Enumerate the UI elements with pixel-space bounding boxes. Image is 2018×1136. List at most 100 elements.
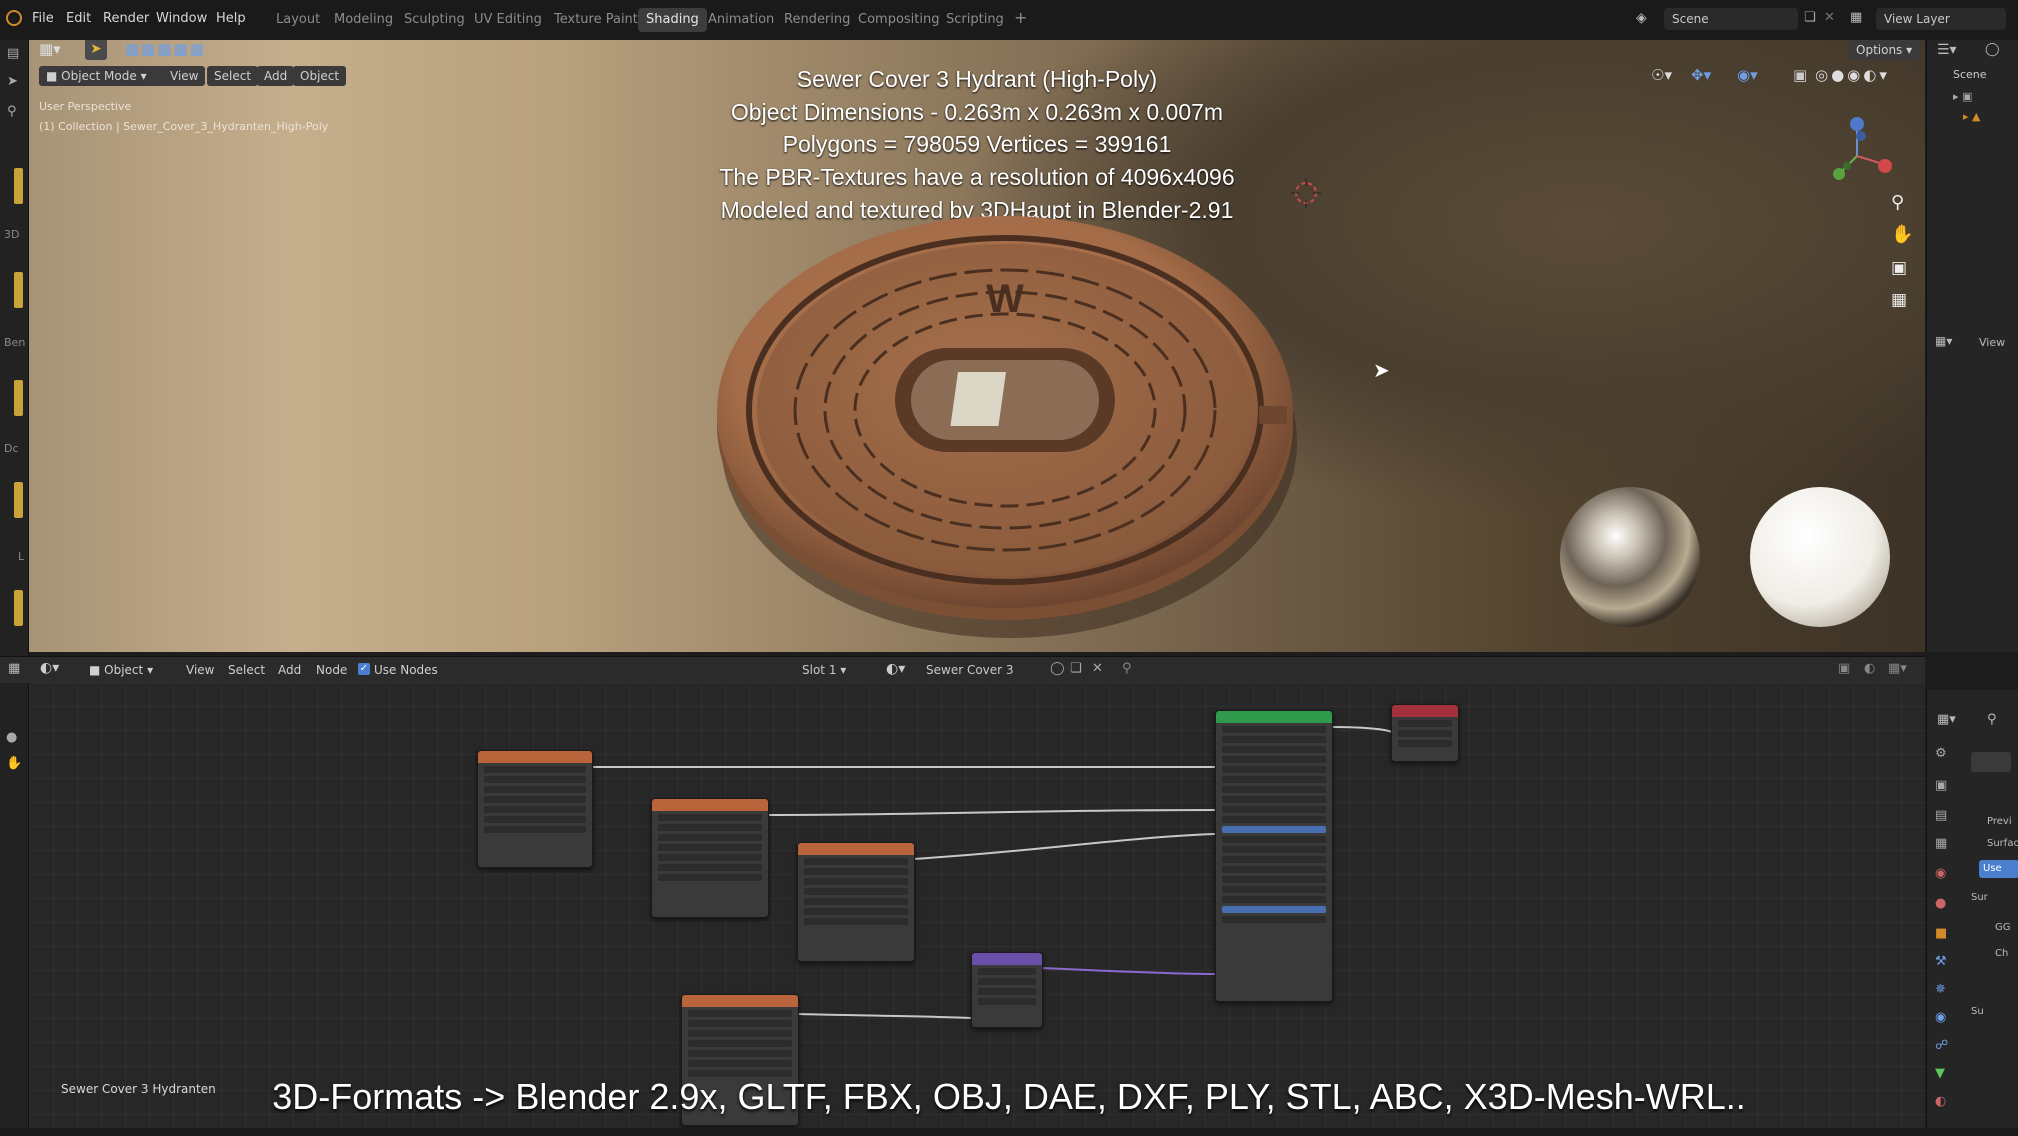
use-nodes-checkbox[interactable]: ✓ xyxy=(358,663,370,675)
outliner-editor-icon[interactable]: ☰▾ xyxy=(1937,42,1957,58)
pin-icon[interactable]: ⚲ xyxy=(1122,661,1132,676)
node-header xyxy=(682,995,798,1007)
tab-scripting[interactable]: Scripting xyxy=(938,8,1012,32)
tab-uv-editing[interactable]: UV Editing xyxy=(466,8,550,32)
folder-icon[interactable]: ▤ xyxy=(7,46,19,61)
outliner-scene-label: Scene xyxy=(1953,68,1987,81)
particles-tab-icon[interactable]: ✵ xyxy=(1935,982,1946,997)
3d-viewport[interactable]: ▦▾ ➤ ▩▩▩▩▩ ■ Object Mode ▾ View Select A… xyxy=(29,40,1925,652)
modifier-tab-icon[interactable]: ⚒ xyxy=(1935,954,1947,969)
tool-slot-3[interactable] xyxy=(14,380,23,416)
tab-sculpting[interactable]: Sculpting xyxy=(396,8,473,32)
scene-tab-icon[interactable]: ◉ xyxy=(1935,866,1946,881)
sewer-cover-model[interactable]: W xyxy=(699,180,1319,640)
normal-map-node[interactable] xyxy=(971,952,1043,1028)
output-tab-icon[interactable]: ▤ xyxy=(1935,808,1947,823)
object-tab-icon[interactable]: ■ xyxy=(1935,926,1947,941)
formats-caption: 3D-Formats -> Blender 2.9x, GLTF, FBX, O… xyxy=(272,1076,1746,1117)
select-tool-icon[interactable]: ➤ xyxy=(85,40,107,60)
node-menu-select[interactable]: Select xyxy=(228,663,265,677)
node-options-icon[interactable]: ▦▾ xyxy=(1888,661,1907,676)
unlink-icon[interactable]: ✕ xyxy=(1092,661,1103,676)
material-output-node[interactable] xyxy=(1391,704,1459,762)
use-nodes-button[interactable]: Use xyxy=(1979,860,2018,878)
dot-icon[interactable]: ● xyxy=(6,730,17,745)
properties-editor-icon[interactable]: ▦▾ xyxy=(1937,712,1956,727)
node-editor-type-icon[interactable]: ▦ xyxy=(8,661,20,676)
chevron-down-icon: ▾ xyxy=(836,663,847,677)
search-icon[interactable]: ⚲ xyxy=(7,104,17,119)
overlay-dimensions: Object Dimensions - 0.263m x 0.263m x 0.… xyxy=(730,99,1224,125)
view-layer-selector[interactable]: View Layer xyxy=(1876,8,2006,30)
editor-type-icon[interactable]: ▦▾ xyxy=(39,40,61,58)
diffuse-sphere xyxy=(1750,487,1890,627)
left-label-ben: Ben xyxy=(4,336,26,349)
tool-slot-2[interactable] xyxy=(14,272,23,308)
use-nodes-label: Use Nodes xyxy=(374,663,438,677)
material-slot-field[interactable] xyxy=(1971,752,2011,772)
material-name-field[interactable]: Sewer Cover 3 Hydr... xyxy=(918,659,1046,699)
hand-icon[interactable]: ✋ xyxy=(6,756,22,771)
filter-icon[interactable]: ◯ xyxy=(1985,42,2000,57)
fake-user-icon[interactable]: ◯ xyxy=(1050,661,1065,676)
view-layer-icon[interactable]: ▦ xyxy=(1850,10,1862,25)
pan-hand-icon[interactable]: ✋ xyxy=(1891,224,1913,245)
render-tab-icon[interactable]: ▣ xyxy=(1935,778,1947,793)
blender-logo-icon[interactable] xyxy=(6,10,22,26)
material-browse-icon[interactable]: ◐▾ xyxy=(886,661,905,677)
overlay-node-icon[interactable]: ◐ xyxy=(1864,661,1875,676)
image-texture-node-roughness[interactable] xyxy=(797,842,915,962)
view-panel-label: View xyxy=(1979,336,2006,349)
tab-animation[interactable]: Animation xyxy=(700,8,782,32)
scene-selector[interactable]: Scene xyxy=(1664,8,1798,30)
tab-texture-paint[interactable]: Texture Paint xyxy=(546,8,646,32)
tool-slot-1[interactable] xyxy=(14,168,23,204)
object-shader-dropdown[interactable]: ■ Object ▾ xyxy=(82,660,161,680)
scene-icon[interactable]: ◈ xyxy=(1636,10,1647,26)
grid-icon[interactable]: ▦ xyxy=(1891,290,1907,310)
world-tab-icon[interactable]: ● xyxy=(1935,896,1946,911)
object-row-icon[interactable]: ▸ ▲ xyxy=(1963,110,1980,123)
view-layer-tab-icon[interactable]: ▦ xyxy=(1935,836,1947,851)
constraints-tab-icon[interactable]: ☍ xyxy=(1935,1038,1948,1053)
tab-shading[interactable]: Shading xyxy=(638,8,707,32)
menu-help[interactable]: Help xyxy=(216,11,246,26)
slot-dropdown[interactable]: Slot 1 ▾ xyxy=(794,659,878,681)
chevron-down-icon: ▾ xyxy=(1902,43,1913,57)
collection-row-icon[interactable]: ▸ ▣ xyxy=(1953,90,1972,103)
copy-icon[interactable]: ❏ xyxy=(1804,10,1816,25)
cursor-icon[interactable]: ➤ xyxy=(7,74,18,89)
node-menu-view[interactable]: View xyxy=(186,663,214,677)
selection-mode-icons[interactable]: ▩▩▩▩▩ xyxy=(125,40,206,58)
slot-label: Slot 1 xyxy=(802,663,837,677)
tool-slot-5[interactable] xyxy=(14,590,23,626)
view-panel-icon[interactable]: ▦▾ xyxy=(1935,334,1952,348)
image-texture-node-basecolor[interactable] xyxy=(477,750,593,868)
shader-type-icon[interactable]: ◐▾ xyxy=(40,660,59,676)
tool-tab-icon[interactable]: ⚙ xyxy=(1935,746,1947,761)
menu-window[interactable]: Window xyxy=(156,11,207,26)
physics-tab-icon[interactable]: ◉ xyxy=(1935,1010,1946,1025)
close-icon[interactable]: ✕ xyxy=(1824,10,1835,25)
tab-modeling[interactable]: Modeling xyxy=(326,8,401,32)
tab-layout[interactable]: Layout xyxy=(268,8,328,32)
left-label-dc: Dc xyxy=(4,442,19,455)
menu-render[interactable]: Render xyxy=(103,11,149,26)
options-button[interactable]: Options ▾ xyxy=(1849,40,1920,60)
node-menu-add[interactable]: Add xyxy=(278,663,301,677)
duplicate-icon[interactable]: ❏ xyxy=(1070,661,1082,676)
tab-compositing[interactable]: Compositing xyxy=(850,8,948,32)
tab-rendering[interactable]: Rendering xyxy=(776,8,858,32)
node-header xyxy=(1392,705,1458,717)
node-menu-node[interactable]: Node xyxy=(316,663,347,677)
principled-bsdf-node[interactable] xyxy=(1215,710,1333,1002)
snap-icon[interactable]: ▣ xyxy=(1838,661,1850,676)
menu-edit[interactable]: Edit xyxy=(66,11,91,26)
node-editor-canvas[interactable]: Sewer Cover 3 Hydranten xyxy=(29,682,1925,1130)
camera-icon[interactable]: ▣ xyxy=(1891,258,1907,278)
menu-file[interactable]: File xyxy=(32,11,54,26)
image-texture-node-metallic[interactable] xyxy=(651,798,769,918)
tool-slot-4[interactable] xyxy=(14,482,23,518)
properties-search-icon[interactable]: ⚲ xyxy=(1987,712,1997,727)
add-workspace-icon[interactable]: + xyxy=(1014,8,1027,27)
